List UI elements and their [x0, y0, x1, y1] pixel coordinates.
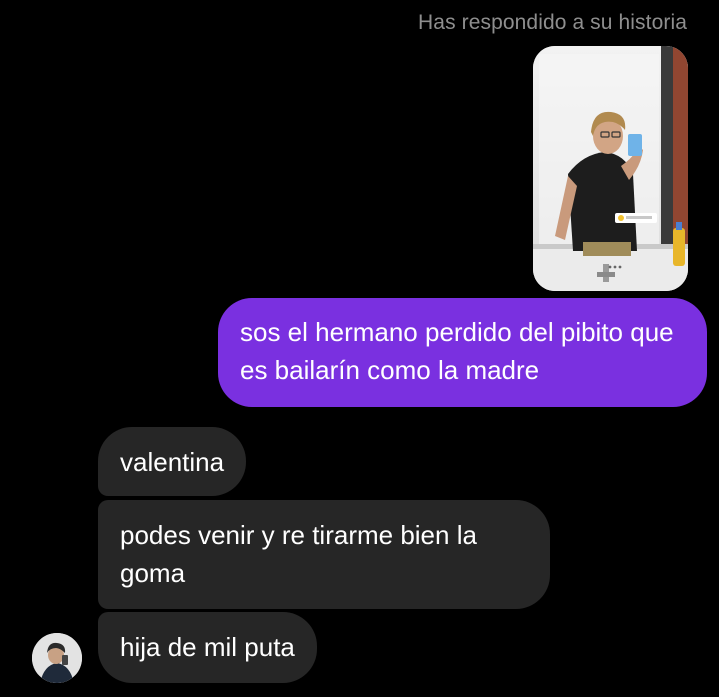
- received-message-bubble[interactable]: podes venir y re tirarme bien la goma: [98, 500, 550, 609]
- received-message-bubble[interactable]: hija de mil puta: [98, 612, 317, 683]
- story-photo-illustration: [533, 46, 688, 291]
- story-reply-caption: Has respondido a su historia: [418, 11, 687, 34]
- sender-avatar[interactable]: [32, 633, 82, 683]
- chat-screen: Has respondido a su historia sos el herm…: [0, 0, 719, 697]
- sent-message-bubble[interactable]: sos el hermano perdido del pibito que es…: [218, 298, 707, 407]
- avatar-photo-illustration: [32, 633, 82, 683]
- story-thumbnail[interactable]: [533, 46, 688, 291]
- received-message-bubble[interactable]: valentina: [98, 427, 247, 496]
